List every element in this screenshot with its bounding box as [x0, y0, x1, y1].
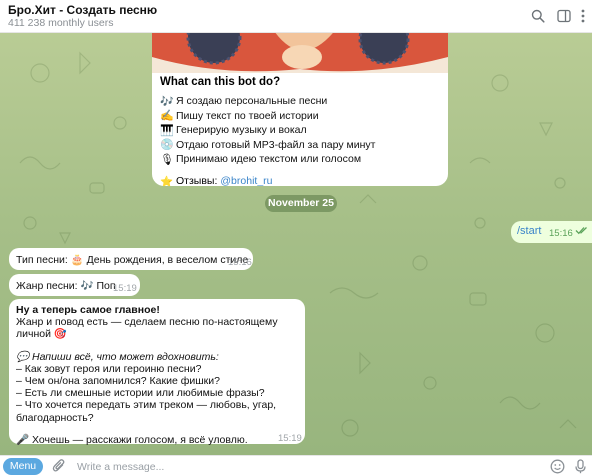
message-text: Тип песни: 🎂 День рождения, в веселом ст…	[16, 254, 249, 266]
read-checkmarks-icon	[575, 226, 589, 238]
chat-subtitle: 411 238 monthly users	[8, 17, 114, 29]
feature-text: Генерирую музыку и вокал	[176, 124, 307, 137]
reviews-line: ⭐ Отзывы: @brohit_ru	[160, 175, 445, 187]
message-heading: Ну а теперь самое главное!	[16, 304, 160, 316]
message-text: Жанр и повод есть — сделаем песню по-нас…	[16, 316, 278, 341]
outgoing-message[interactable]: /start 15:16	[511, 221, 592, 243]
writing-hand-emoji: ✍️	[160, 110, 174, 123]
message-time: 15:16	[549, 228, 573, 239]
reviews-link[interactable]: @brohit_ru	[220, 175, 272, 186]
disc-emoji: 💿	[160, 139, 174, 152]
bot-command-link[interactable]: /start	[517, 225, 541, 237]
bot-cover-image	[152, 33, 448, 73]
search-icon[interactable]	[529, 7, 547, 25]
message-bullet: – Чем он/она запомнился? Какие фишки?	[16, 375, 220, 388]
feature-text: Принимаю идею текстом или голосом	[176, 153, 362, 166]
menu-button[interactable]: Menu	[3, 458, 43, 475]
attach-icon[interactable]	[52, 458, 66, 474]
feature-item: 💿 Отдаю готовый MP3-файл за пару минут	[160, 138, 445, 153]
message-time: 15:19	[278, 433, 302, 444]
reviews-label: Отзывы:	[176, 175, 218, 186]
feature-text: Отдаю готовый MP3-файл за пару минут	[176, 138, 376, 151]
chat-title[interactable]: Бро.Хит - Создать песню	[8, 3, 157, 17]
piano-emoji: 🎹	[160, 124, 174, 137]
chat-area[interactable]: What can this bot do? 🎶 Я создаю персонал…	[0, 33, 592, 455]
incoming-message[interactable]: Тип песни: 🎂 День рождения, в веселом ст…	[9, 248, 253, 270]
feature-item: 🎶 Я создаю персональные песни	[160, 94, 445, 109]
feature-item: ✍️ Пишу текст по твоей истории	[160, 109, 445, 124]
star-emoji: ⭐	[160, 175, 174, 187]
message-bullet: – Что хочется передать этим треком — люб…	[16, 399, 277, 412]
message-bullet: – Как зовут героя или героиню песни?	[16, 362, 202, 375]
message-time: 15:16	[228, 257, 252, 268]
feature-text: Пишу текст по твоей истории	[176, 109, 319, 122]
date-separator: November 25	[265, 195, 337, 212]
message-composer: Menu	[0, 455, 592, 476]
message-time: 15:19	[113, 283, 137, 294]
more-vertical-icon[interactable]	[577, 7, 589, 25]
feature-item: 🎙 Принимаю идею текстом или голосом	[160, 152, 445, 167]
bot-info-card: What can this bot do? 🎶 Я создаю персонал…	[152, 33, 448, 186]
message-hint: 💬 Напиши всё, что может вдохновить:	[16, 350, 219, 363]
incoming-message[interactable]: Жанр песни: 🎶 Поп 15:19	[9, 274, 140, 296]
microphone-icon[interactable]	[573, 459, 588, 474]
emoji-icon[interactable]	[550, 459, 565, 474]
incoming-message[interactable]: Ну а теперь самое главное! Жанр и повод …	[9, 299, 305, 446]
message-bullet: благодарность?	[16, 411, 94, 424]
chat-header[interactable]: Бро.Хит - Создать песню 411 238 monthly …	[0, 0, 592, 33]
message-input[interactable]	[77, 460, 527, 474]
message-bullet: – Есть ли смешные истории или любимые фр…	[16, 387, 265, 400]
message-closing: 🎤 Хочешь — расскажи голосом, я всё уловл…	[16, 433, 248, 446]
message-text: Жанр песни: 🎶 Поп	[16, 280, 116, 292]
notes-emoji: 🎶	[160, 95, 174, 108]
feature-item: 🎹 Генерирую музыку и вокал	[160, 123, 445, 138]
feature-text: Я создаю персональные песни	[176, 95, 328, 108]
sidebar-toggle-icon[interactable]	[555, 7, 573, 25]
bot-description-title: What can this bot do?	[160, 76, 281, 88]
microphone-emoji: 🎙	[160, 153, 174, 166]
